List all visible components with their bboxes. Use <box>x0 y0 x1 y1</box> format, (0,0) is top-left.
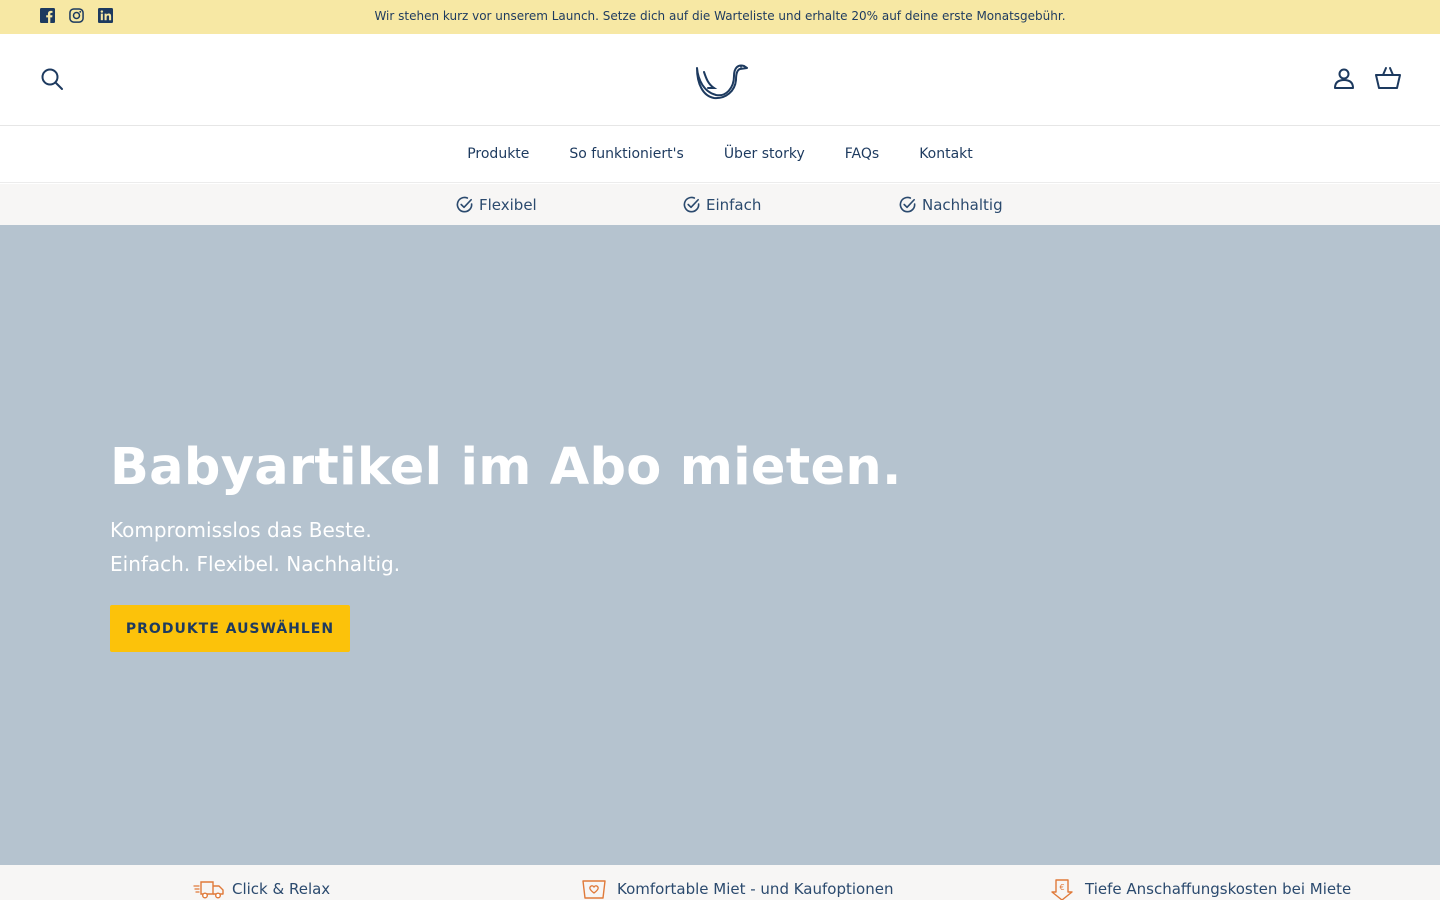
announcement-text: Wir stehen kurz vor unserem Launch. Setz… <box>374 9 1066 23</box>
hero-title: Babyartikel im Abo mieten. <box>110 438 902 497</box>
announcement-bar: Wir stehen kurz vor unserem Launch. Setz… <box>0 0 1440 34</box>
account-icon[interactable] <box>1332 66 1356 90</box>
euro-down-icon: € <box>1051 879 1073 900</box>
search-icon[interactable] <box>40 67 64 91</box>
check-circle-icon <box>683 196 700 213</box>
cart-icon[interactable] <box>1375 66 1401 90</box>
benefit-low-cost: € Tiefe Anschaffungskosten bei Miete <box>1046 878 1351 900</box>
nav-item-produkte[interactable]: Produkte <box>467 146 529 162</box>
main-nav: Produkte So funktioniert's Über storky F… <box>0 126 1440 183</box>
check-circle-icon <box>899 196 916 213</box>
usp-bar: Flexibel Einfach Nachhaltig <box>0 184 1440 225</box>
usp-label: Einfach <box>706 195 762 214</box>
nav-item-kontakt[interactable]: Kontakt <box>919 146 973 162</box>
site-header <box>0 34 1440 126</box>
logo-stork[interactable] <box>694 58 748 100</box>
hero-subtitle-line2: Einfach. Flexibel. Nachhaltig. <box>110 552 401 576</box>
benefit-rent-buy-options: Komfortable Miet - und Kaufoptionen <box>578 878 893 900</box>
benefits-bar: Click & Relax Komfortable Miet - und Kau… <box>0 865 1440 900</box>
delivery-truck-icon <box>193 881 224 899</box>
tag-heart-icon <box>582 880 606 899</box>
svg-text:€: € <box>1059 883 1064 892</box>
usp-flexibel: Flexibel <box>455 195 537 214</box>
hero-subtitle: Kompromisslos das Beste. Einfach. Flexib… <box>110 513 400 581</box>
usp-nachhaltig: Nachhaltig <box>898 195 1003 214</box>
benefit-label: Tiefe Anschaffungskosten bei Miete <box>1085 880 1352 898</box>
benefit-click-relax: Click & Relax <box>193 878 330 900</box>
select-products-button[interactable]: PRODUKTE AUSWÄHLEN <box>110 605 350 652</box>
usp-label: Nachhaltig <box>922 195 1003 214</box>
nav-item-so-funktionierts[interactable]: So funktioniert's <box>569 146 683 162</box>
hero-subtitle-line1: Kompromisslos das Beste. <box>110 518 372 542</box>
usp-label: Flexibel <box>479 195 537 214</box>
nav-item-ueber-storky[interactable]: Über storky <box>724 146 805 162</box>
nav-item-faqs[interactable]: FAQs <box>845 146 879 162</box>
check-circle-icon <box>456 196 473 213</box>
benefit-label: Komfortable Miet - und Kaufoptionen <box>617 880 894 898</box>
hero-banner: Babyartikel im Abo mieten. Kompromisslos… <box>0 225 1440 865</box>
benefit-label: Click & Relax <box>232 880 331 898</box>
usp-einfach: Einfach <box>682 195 761 214</box>
